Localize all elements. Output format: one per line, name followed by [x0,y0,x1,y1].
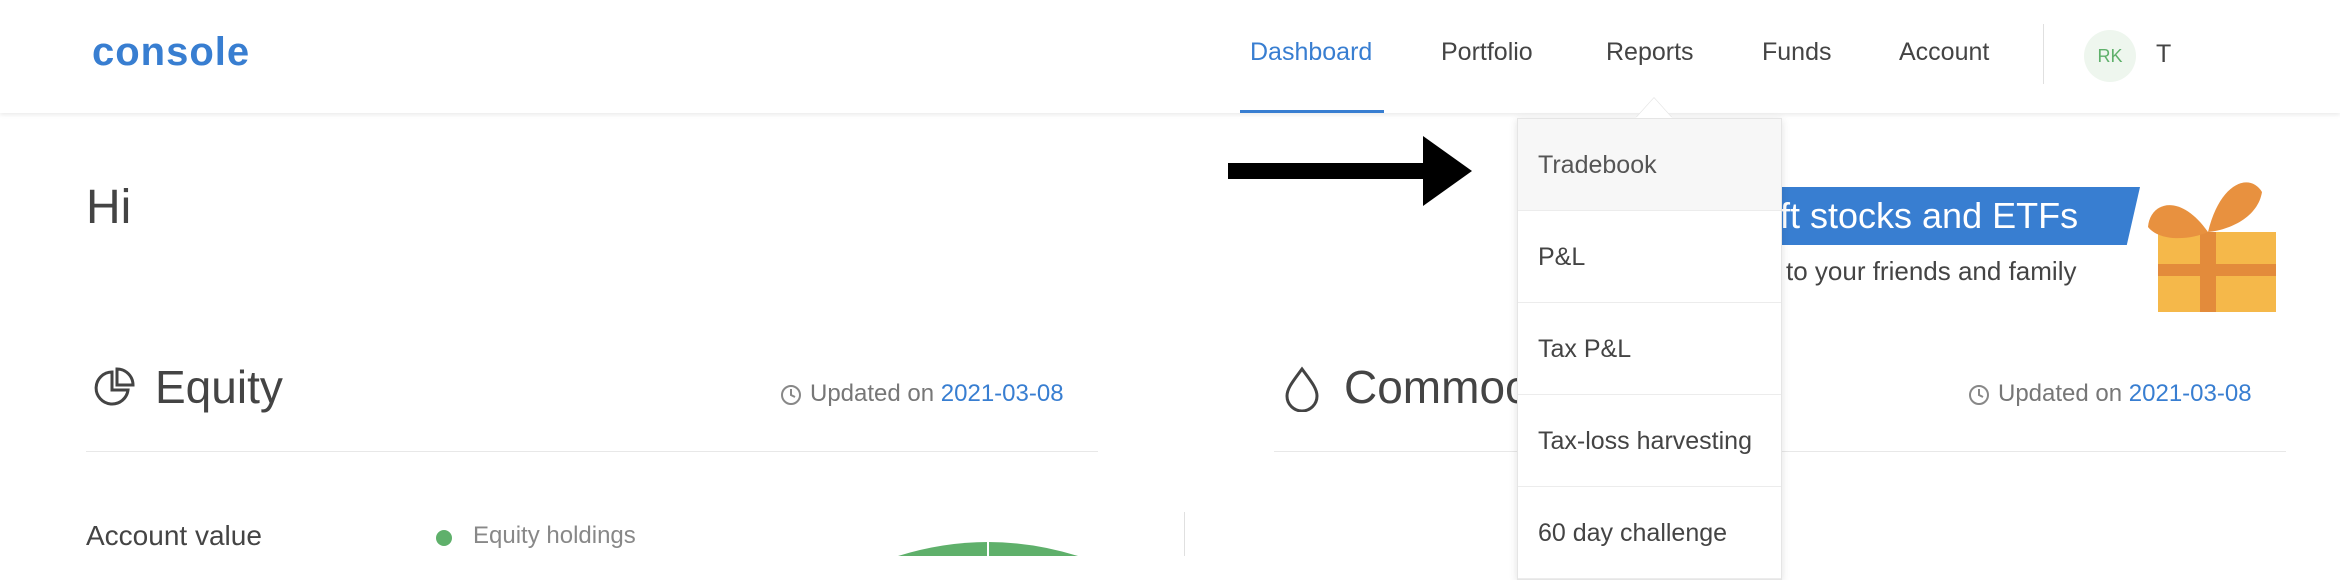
nav-portfolio[interactable]: Portfolio [1441,38,1533,67]
avatar[interactable]: RK [2084,30,2136,82]
menu-item-tradebook[interactable]: Tradebook [1518,119,1781,211]
holdings-donut-chart [898,538,1078,556]
pie-chart-icon [94,367,135,406]
active-tab-indicator [1240,110,1384,113]
top-navbar: console Dashboard Portfolio Reports Fund… [0,0,2340,113]
menu-item-pnl[interactable]: P&L [1518,211,1781,303]
greeting-text: Hi [86,181,132,234]
legend-label: Equity holdings [473,522,636,549]
clock-icon [1969,384,1989,405]
dropdown-caret [1636,98,1672,118]
updated-label: Updated on [810,380,935,407]
nav-funds[interactable]: Funds [1762,38,1831,67]
menu-item-tax-pnl[interactable]: Tax P&L [1518,303,1781,395]
updated-label: Updated on [1998,380,2123,407]
promo-banner-subtitle: to your friends and family [1786,256,2077,286]
equity-updated: Updated on 2021-03-08 [780,380,1064,408]
drop-icon [1285,366,1319,412]
divider [86,451,1098,452]
nav-dashboard[interactable]: Dashboard [1250,38,1372,67]
equity-title: Equity [155,361,283,413]
username[interactable]: T [2156,40,2171,69]
nav-reports[interactable]: Reports [1606,38,1694,67]
nav-account[interactable]: Account [1899,38,1989,67]
console-logo[interactable]: console [92,30,250,75]
clock-icon [781,384,801,405]
nav-divider [2043,24,2044,84]
legend-dot [436,530,452,546]
updated-date: 2021-03-08 [2128,380,2252,407]
reports-dropdown: Tradebook P&L Tax P&L Tax-loss harvestin… [1517,118,1782,580]
arrow-right-icon [1228,136,1472,206]
commodity-updated: Updated on 2021-03-08 [1968,380,2252,408]
commodity-title: Commoc [1344,361,1529,413]
menu-item-tax-loss-harvesting[interactable]: Tax-loss harvesting [1518,395,1781,487]
gift-icon [2148,182,2276,312]
menu-item-60-day-challenge[interactable]: 60 day challenge [1518,487,1781,579]
updated-date: 2021-03-08 [940,380,1064,407]
column-divider [1184,512,1185,556]
account-value-label: Account value [86,520,262,551]
